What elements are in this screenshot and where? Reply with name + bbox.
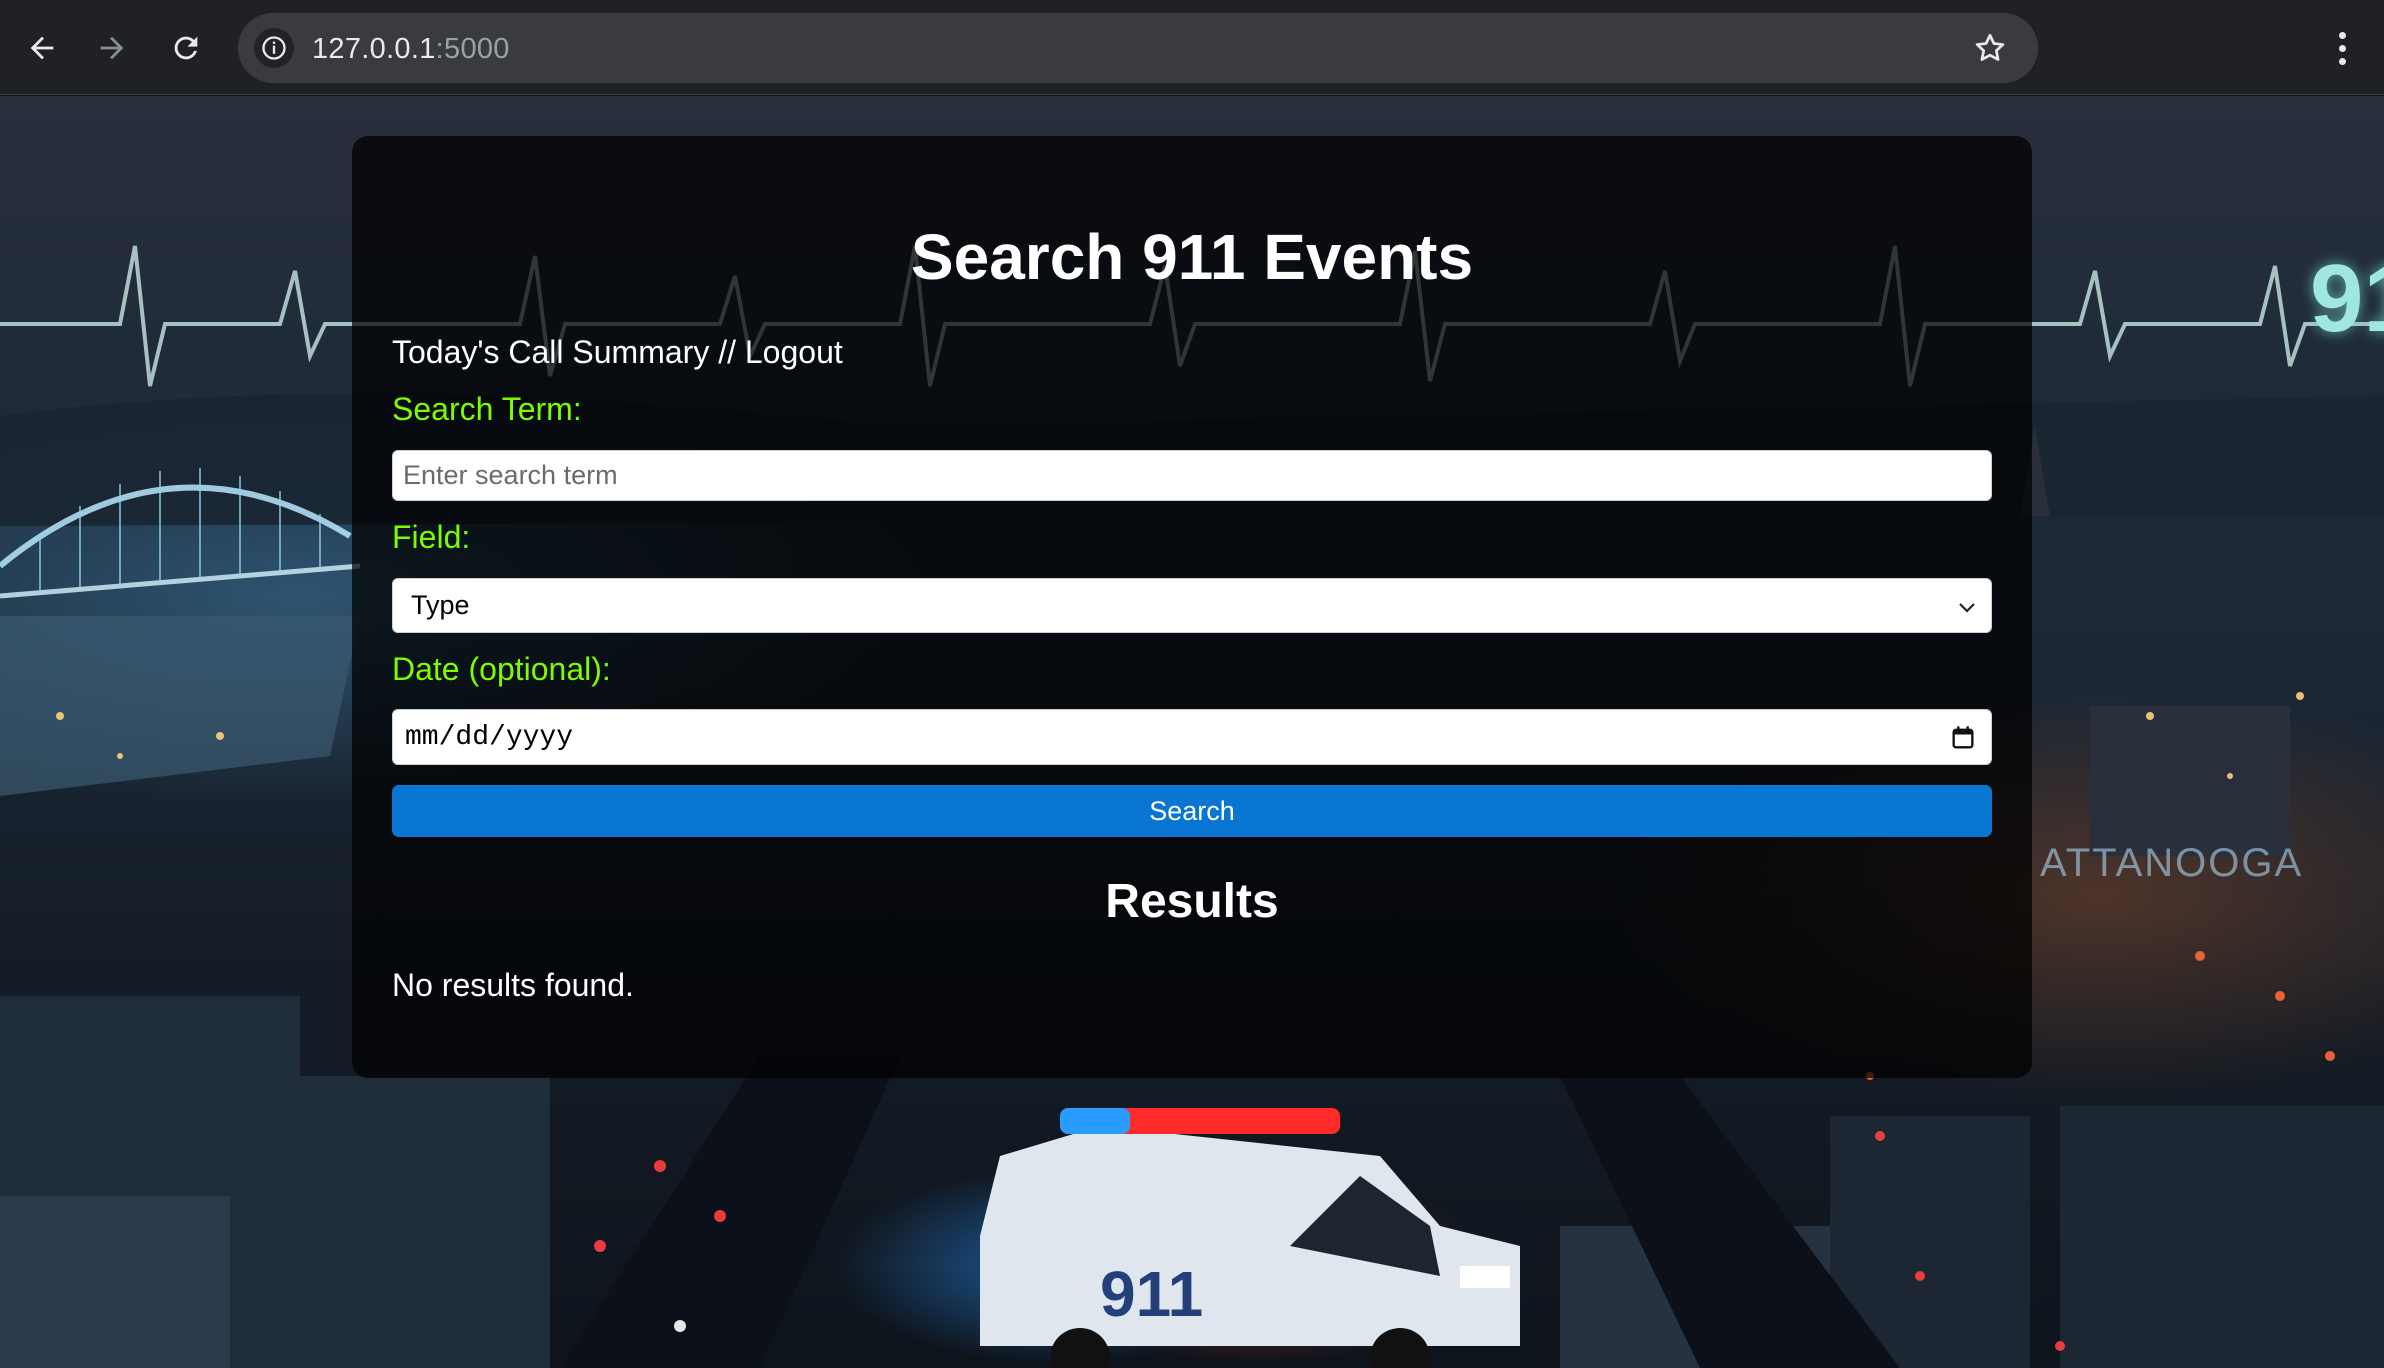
arrow-left-icon bbox=[30, 36, 54, 60]
todays-call-summary-link[interactable]: Today's Call Summary bbox=[392, 334, 709, 370]
field-select[interactable]: Type bbox=[392, 578, 1992, 633]
svg-text:911: 911 bbox=[1100, 1258, 1203, 1330]
chevron-down-icon bbox=[1959, 603, 1975, 613]
bookmark-star-icon[interactable] bbox=[1972, 30, 2008, 66]
url-text: 127.0.0.1:5000 bbox=[312, 33, 510, 66]
no-results-message: No results found. bbox=[392, 967, 634, 1003]
browser-menu-icon[interactable] bbox=[2320, 24, 2364, 72]
background-corner-text: 91 bbox=[2310, 245, 2384, 352]
date-input[interactable]: mm/dd/yyyy bbox=[392, 709, 1992, 765]
url-port: :5000 bbox=[435, 33, 510, 65]
page-title: Search 911 Events bbox=[910, 221, 1474, 293]
reload-button[interactable] bbox=[159, 21, 213, 75]
site-info-icon[interactable] bbox=[254, 28, 294, 68]
search-card: Search 911 Events Today's Call Summary /… bbox=[352, 136, 2032, 1078]
reload-icon bbox=[174, 36, 198, 60]
address-bar[interactable]: 127.0.0.1:5000 bbox=[238, 13, 2038, 83]
browser-toolbar: 127.0.0.1:5000 bbox=[0, 0, 2384, 95]
forward-button[interactable] bbox=[85, 21, 139, 75]
search-term-label: Search Term: bbox=[392, 391, 582, 427]
results-heading: Results bbox=[1105, 875, 1279, 928]
search-button[interactable]: Search bbox=[392, 785, 1992, 837]
logout-link[interactable]: Logout bbox=[745, 334, 843, 370]
background-city-sign: ATTANOOGA bbox=[2040, 841, 2304, 885]
back-button[interactable] bbox=[15, 21, 69, 75]
url-host: 127.0.0.1 bbox=[312, 33, 436, 65]
arrow-right-icon bbox=[100, 36, 124, 60]
ambulance-illustration: 911 bbox=[980, 1108, 1520, 1368]
nav-separator: // bbox=[709, 334, 745, 370]
date-input-placeholder: mm/dd/yyyy bbox=[405, 721, 574, 753]
nav-links: Today's Call Summary // Logout bbox=[392, 334, 843, 371]
field-selected-value: Type bbox=[411, 590, 470, 620]
field-label: Field: bbox=[392, 519, 471, 555]
date-label: Date (optional): bbox=[392, 651, 611, 687]
search-term-input[interactable] bbox=[392, 450, 1992, 501]
calendar-icon[interactable] bbox=[1949, 724, 1977, 752]
